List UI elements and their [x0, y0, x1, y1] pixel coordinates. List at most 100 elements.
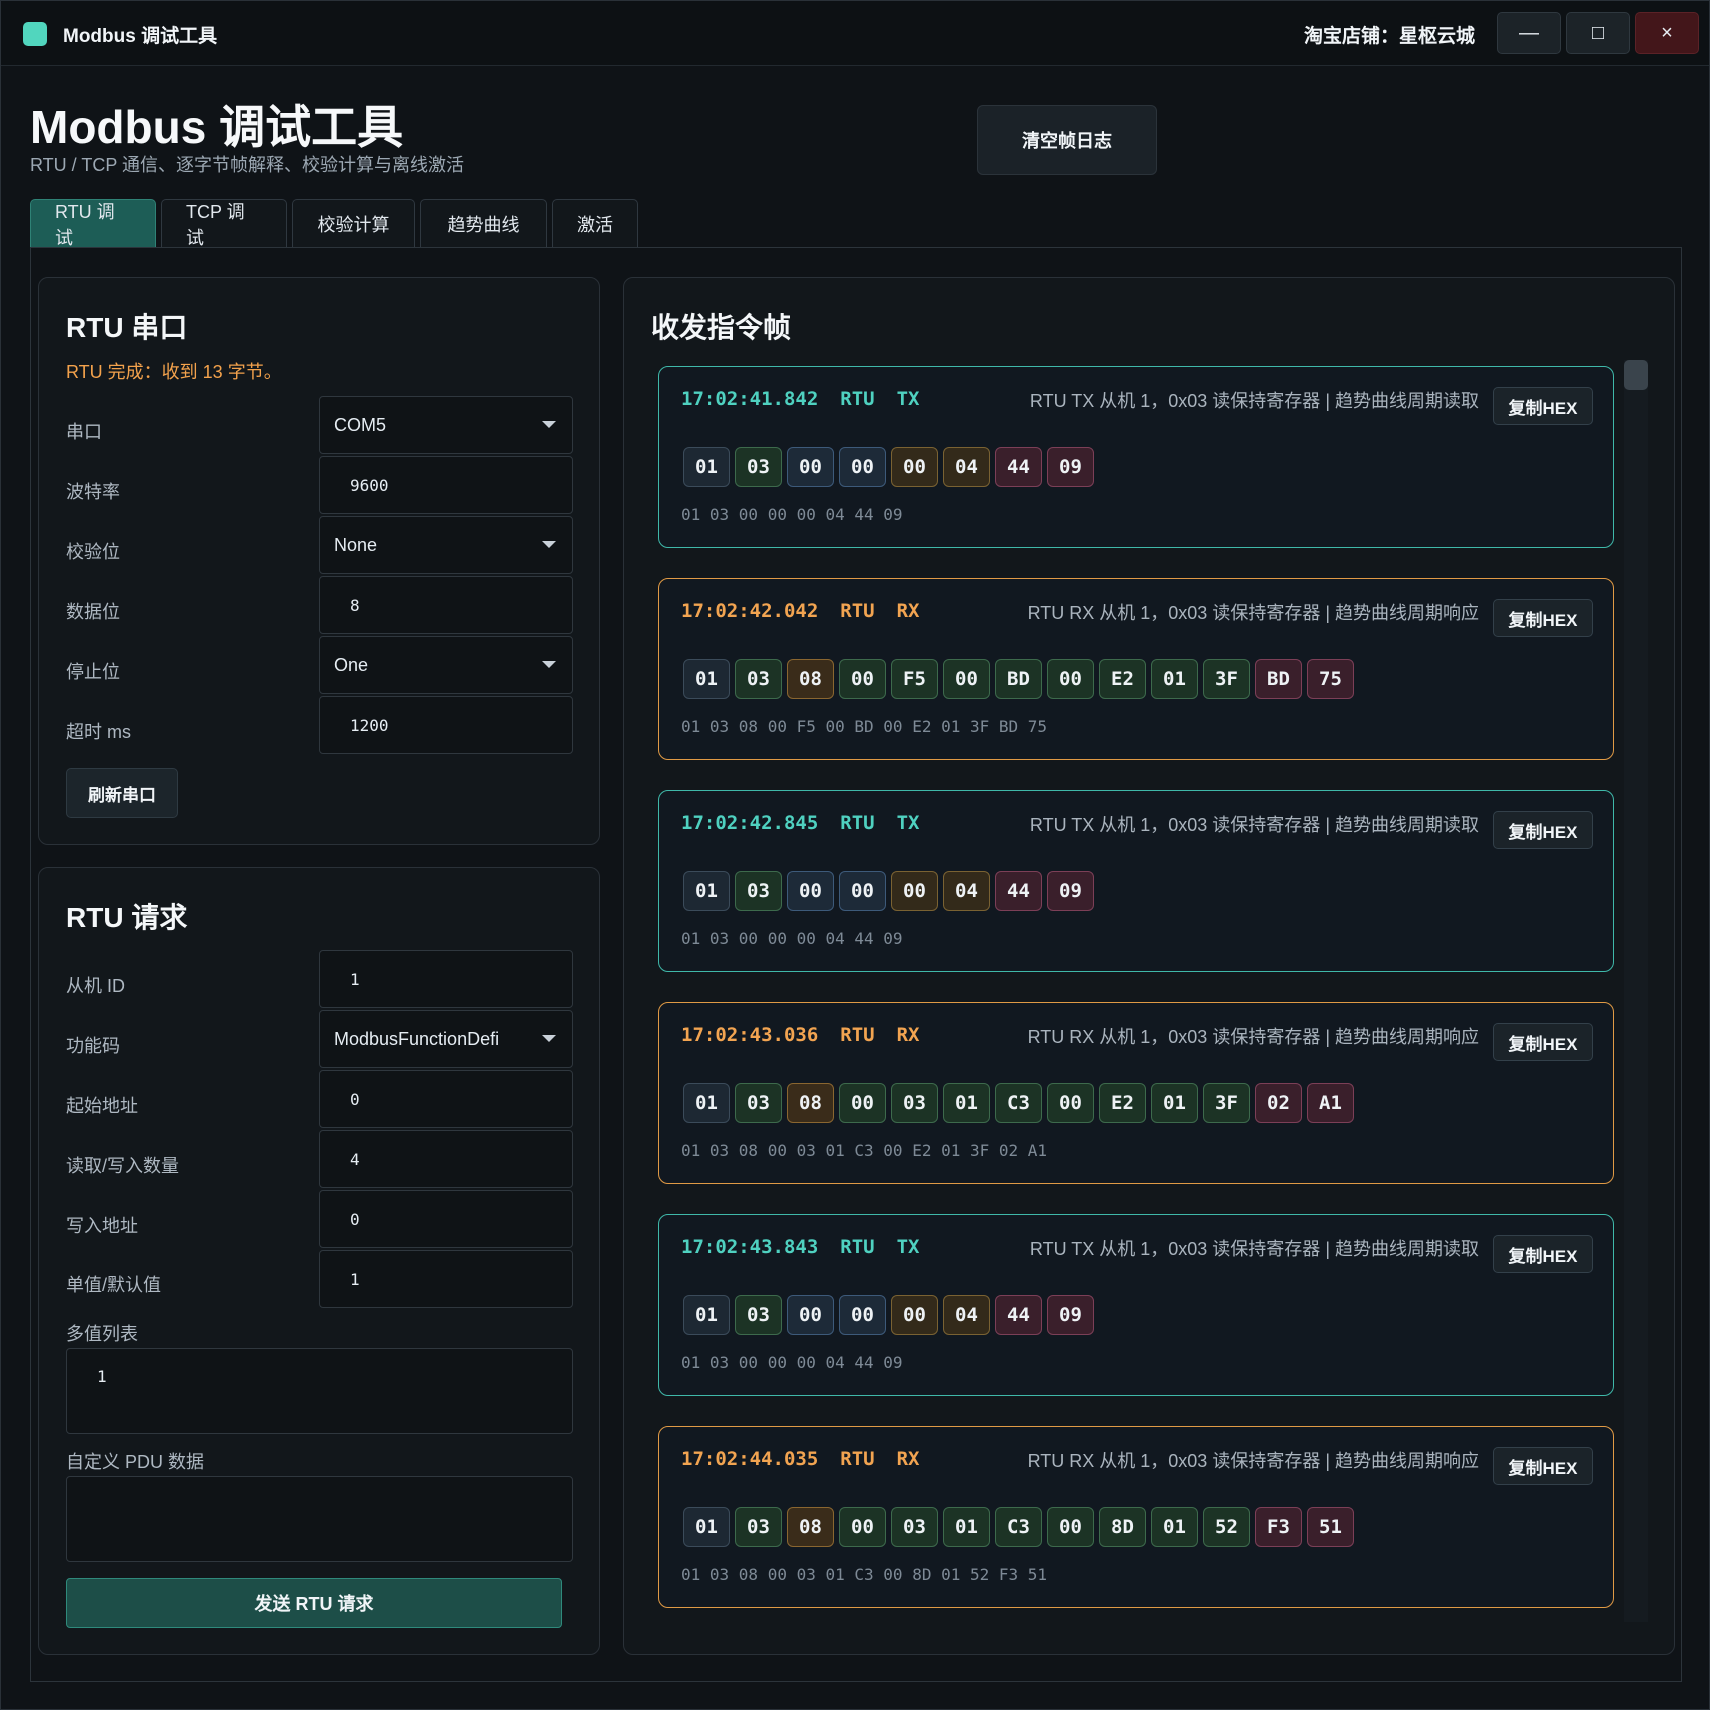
frame-header: 17:02:43.843 RTU TX	[681, 1236, 920, 1258]
copy-hex-button[interactable]: 复制HEX	[1493, 387, 1593, 425]
scrollbar-thumb[interactable]	[1624, 360, 1648, 390]
tab-tcp[interactable]: TCP 调试	[161, 199, 287, 248]
byte-chip-data[interactable]: 3F	[1203, 1083, 1250, 1123]
byte-chip-cnt[interactable]: 04	[943, 871, 990, 911]
tab-checksum[interactable]: 校验计算	[292, 199, 415, 247]
byte-chip-fc[interactable]: 03	[735, 1507, 782, 1547]
byte-chip-cnt[interactable]: 00	[891, 1295, 938, 1335]
byte-chip-reg[interactable]: 00	[839, 447, 886, 487]
byte-chip-data[interactable]: 01	[1151, 659, 1198, 699]
tab-rtu[interactable]: RTU 调试	[30, 199, 156, 248]
request-card: RTU 请求 从机 ID 1 功能码 ModbusFunctionDefi 起始…	[38, 867, 600, 1655]
byte-chip-crc[interactable]: F3	[1255, 1507, 1302, 1547]
byte-chip-data[interactable]: E2	[1099, 1083, 1146, 1123]
byte-chip-crc[interactable]: A1	[1307, 1083, 1354, 1123]
byte-chip-reg[interactable]: 00	[839, 1295, 886, 1335]
stopbits-select[interactable]: One	[319, 636, 573, 694]
databits-input[interactable]: 8	[319, 576, 573, 634]
byte-chip-data[interactable]: E2	[1099, 659, 1146, 699]
byte-chip-fc[interactable]: 03	[735, 871, 782, 911]
byte-chip-crc[interactable]: 09	[1047, 447, 1094, 487]
byte-chip-addr[interactable]: 01	[683, 659, 730, 699]
maximize-button[interactable]: □	[1566, 12, 1630, 54]
copy-hex-button[interactable]: 复制HEX	[1493, 1023, 1593, 1061]
byte-chip-addr[interactable]: 01	[683, 1507, 730, 1547]
byte-chip-data[interactable]: 03	[891, 1507, 938, 1547]
byte-chip-cnt[interactable]: 04	[943, 447, 990, 487]
byte-chip-data[interactable]: F5	[891, 659, 938, 699]
byte-chip-data[interactable]: C3	[995, 1507, 1042, 1547]
byte-chip-data[interactable]: 01	[943, 1083, 990, 1123]
byte-chip-len[interactable]: 08	[787, 1507, 834, 1547]
copy-hex-button[interactable]: 复制HEX	[1493, 599, 1593, 637]
byte-chip-crc[interactable]: BD	[1255, 659, 1302, 699]
single-value-input[interactable]: 1	[319, 1250, 573, 1308]
byte-chip-crc[interactable]: 09	[1047, 1295, 1094, 1335]
start-address-input[interactable]: 0	[319, 1070, 573, 1128]
refresh-ports-button[interactable]: 刷新串口	[66, 768, 178, 818]
byte-chip-crc[interactable]: 02	[1255, 1083, 1302, 1123]
timeout-input[interactable]: 1200	[319, 696, 573, 754]
byte-chip-crc[interactable]: 75	[1307, 659, 1354, 699]
byte-chip-crc[interactable]: 09	[1047, 871, 1094, 911]
send-rtu-button[interactable]: 发送 RTU 请求	[66, 1578, 562, 1628]
slave-id-input[interactable]: 1	[319, 950, 573, 1008]
byte-chip-crc[interactable]: 44	[995, 447, 1042, 487]
byte-chip-crc[interactable]: 44	[995, 871, 1042, 911]
byte-chip-addr[interactable]: 01	[683, 447, 730, 487]
byte-chip-data[interactable]: 00	[1047, 659, 1094, 699]
byte-chip-data[interactable]: 00	[1047, 1507, 1094, 1547]
byte-chip-data[interactable]: 03	[891, 1083, 938, 1123]
tab-activate[interactable]: 激活	[552, 199, 638, 247]
byte-chip-fc[interactable]: 03	[735, 659, 782, 699]
clear-log-button[interactable]: 清空帧日志	[977, 105, 1157, 175]
copy-hex-button[interactable]: 复制HEX	[1493, 811, 1593, 849]
byte-chip-reg[interactable]: 00	[787, 447, 834, 487]
byte-chip-reg[interactable]: 00	[839, 871, 886, 911]
pdu-textarea[interactable]	[66, 1476, 573, 1562]
byte-chip-addr[interactable]: 01	[683, 1083, 730, 1123]
frame-direction: RX	[896, 1024, 920, 1046]
byte-chip-addr[interactable]: 01	[683, 871, 730, 911]
byte-chip-crc[interactable]: 44	[995, 1295, 1042, 1335]
byte-chip-addr[interactable]: 01	[683, 1295, 730, 1335]
count-input[interactable]: 4	[319, 1130, 573, 1188]
byte-chip-len[interactable]: 08	[787, 1083, 834, 1123]
copy-hex-button[interactable]: 复制HEX	[1493, 1447, 1593, 1485]
copy-hex-button[interactable]: 复制HEX	[1493, 1235, 1593, 1273]
byte-chip-fc[interactable]: 03	[735, 447, 782, 487]
byte-chip-data[interactable]: 01	[1151, 1507, 1198, 1547]
byte-chip-data[interactable]: 01	[943, 1507, 990, 1547]
byte-chip-data[interactable]: 00	[839, 1507, 886, 1547]
frame-time: 17:02:42.042	[681, 600, 819, 622]
parity-select[interactable]: None	[319, 516, 573, 574]
scrollbar-track[interactable]	[1624, 360, 1648, 1622]
byte-chip-data[interactable]: 00	[1047, 1083, 1094, 1123]
byte-chip-fc[interactable]: 03	[735, 1083, 782, 1123]
tab-trend[interactable]: 趋势曲线	[420, 199, 547, 247]
write-address-input[interactable]: 0	[319, 1190, 573, 1248]
byte-chip-crc[interactable]: 51	[1307, 1507, 1354, 1547]
byte-chip-data[interactable]: 00	[943, 659, 990, 699]
byte-chip-data[interactable]: 3F	[1203, 659, 1250, 699]
byte-chip-data[interactable]: 52	[1203, 1507, 1250, 1547]
close-button[interactable]: ×	[1635, 12, 1699, 54]
byte-chip-data[interactable]: 01	[1151, 1083, 1198, 1123]
byte-chip-data[interactable]: 00	[839, 1083, 886, 1123]
byte-chip-reg[interactable]: 00	[787, 871, 834, 911]
byte-chip-cnt[interactable]: 00	[891, 447, 938, 487]
byte-chip-data[interactable]: 00	[839, 659, 886, 699]
minimize-button[interactable]: —	[1497, 12, 1561, 54]
byte-chip-reg[interactable]: 00	[787, 1295, 834, 1335]
byte-chip-data[interactable]: 8D	[1099, 1507, 1146, 1547]
byte-chip-cnt[interactable]: 04	[943, 1295, 990, 1335]
byte-chip-data[interactable]: BD	[995, 659, 1042, 699]
function-select[interactable]: ModbusFunctionDefi	[319, 1010, 573, 1068]
byte-chip-cnt[interactable]: 00	[891, 871, 938, 911]
byte-chip-len[interactable]: 08	[787, 659, 834, 699]
byte-chip-fc[interactable]: 03	[735, 1295, 782, 1335]
byte-chip-data[interactable]: C3	[995, 1083, 1042, 1123]
multi-values-textarea[interactable]: 1	[66, 1348, 573, 1434]
port-select[interactable]: COM5	[319, 396, 573, 454]
baud-input[interactable]: 9600	[319, 456, 573, 514]
